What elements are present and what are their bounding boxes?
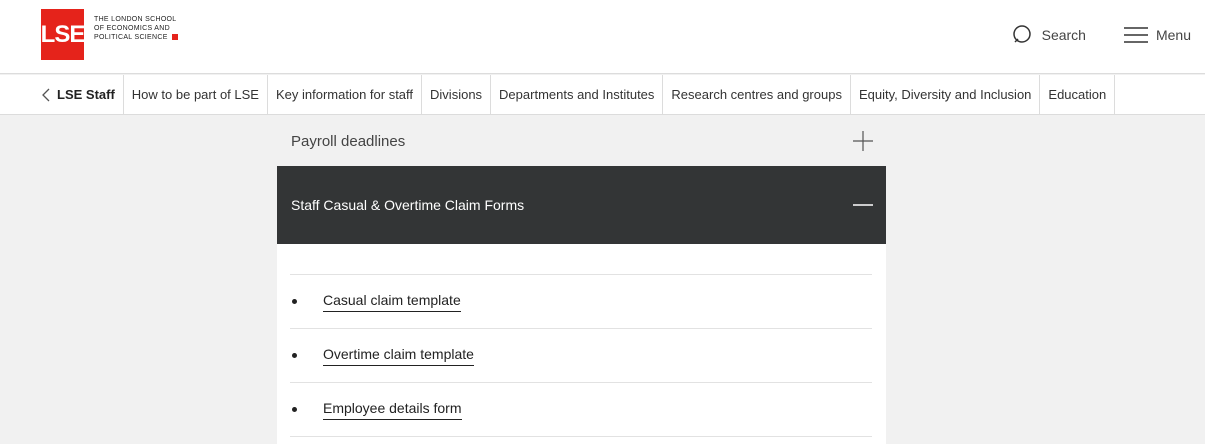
list-item: Casual claim template (290, 275, 872, 329)
employee-details-form-link[interactable]: Employee details form (323, 400, 462, 420)
lse-logo[interactable]: LSE The London School of Economics and P… (41, 9, 178, 60)
nav-item-divisions[interactable]: Divisions (422, 75, 492, 114)
back-link-lse-staff[interactable]: LSE Staff (41, 75, 124, 114)
link-list: Casual claim template Overtime claim tem… (290, 274, 872, 437)
overtime-claim-template-link[interactable]: Overtime claim template (323, 346, 474, 366)
section-nav: LSE Staff How to be part of LSE Key info… (0, 75, 1205, 115)
back-link-label: LSE Staff (57, 87, 115, 102)
nav-item-key-information[interactable]: Key information for staff (268, 75, 423, 114)
logo-line-2: of Economics and (94, 25, 170, 32)
site-header: LSE The London School of Economics and P… (0, 0, 1205, 74)
casual-claim-template-link[interactable]: Casual claim template (323, 292, 461, 312)
logo-text: The London School of Economics and Polit… (94, 15, 178, 42)
list-item: Employee details form (290, 383, 872, 437)
logo-line-3: Political Science (94, 34, 168, 41)
accordion-panel: Casual claim template Overtime claim tem… (277, 244, 886, 444)
chevron-left-icon (42, 88, 50, 101)
nav-item-education[interactable]: Education (1040, 75, 1116, 114)
accordion-title: Staff Casual & Overtime Claim Forms (291, 197, 525, 213)
accordion-title: Payroll deadlines (291, 132, 406, 150)
bullet-icon (292, 407, 297, 412)
nav-item-research-centres[interactable]: Research centres and groups (663, 75, 851, 114)
bullet-icon (292, 353, 297, 358)
bullet-icon (292, 299, 297, 304)
list-item: Overtime claim template (290, 329, 872, 383)
nav-item-how-to-be-part[interactable]: How to be part of LSE (124, 75, 268, 114)
hamburger-icon (1123, 27, 1148, 43)
accordion-staff-claim-forms[interactable]: Staff Casual & Overtime Claim Forms (277, 166, 886, 244)
search-button[interactable]: Search (1012, 24, 1086, 46)
minus-icon (853, 204, 873, 206)
logo-line-1: The London School (94, 16, 177, 23)
menu-button[interactable]: Menu (1123, 26, 1191, 44)
search-icon (1012, 25, 1031, 43)
nav-item-equity-diversity[interactable]: Equity, Diversity and Inclusion (851, 75, 1041, 114)
header-actions: Search Menu (974, 24, 1191, 46)
plus-icon (853, 131, 873, 151)
search-label: Search (1041, 27, 1086, 43)
accordion-payroll-deadlines[interactable]: Payroll deadlines (277, 116, 886, 166)
nav-item-departments[interactable]: Departments and Institutes (491, 75, 664, 114)
logo-mark: LSE (41, 9, 85, 60)
main-content: Payroll deadlines Staff Casual & Overtim… (277, 116, 886, 444)
logo-red-square (171, 34, 178, 41)
menu-label: Menu (1155, 27, 1191, 43)
